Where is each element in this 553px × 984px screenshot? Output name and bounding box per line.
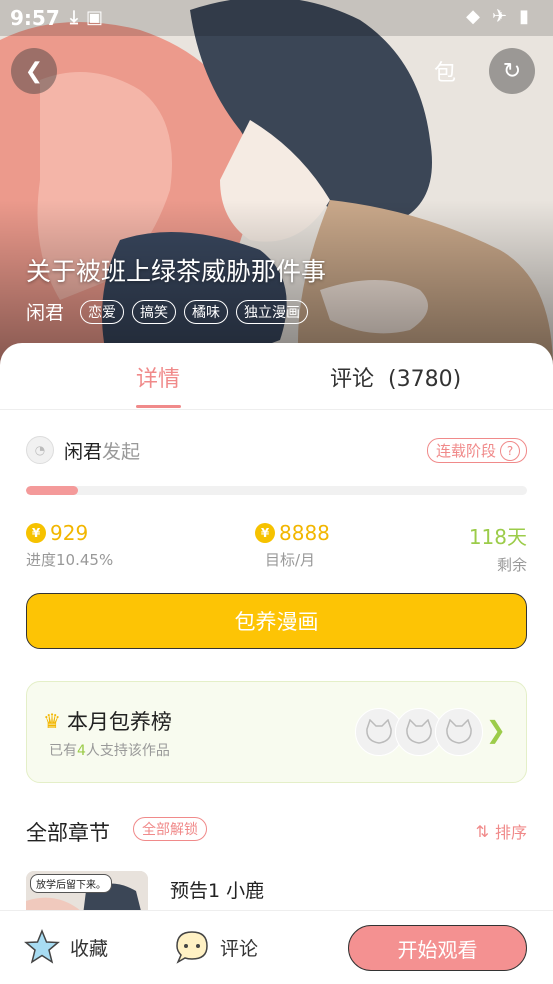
detail-sheet: 详情 评论 (3780) ◔ 闲君 发起 连载阶段 ? ¥929 进度10.45… bbox=[0, 343, 553, 983]
status-bar: 9:57 ⤓▣ ◆✈▮ bbox=[0, 0, 553, 36]
genre-tag[interactable]: 独立漫画 bbox=[236, 299, 309, 324]
initiator-suffix: 发起 bbox=[102, 440, 141, 463]
ranking-subtitle-prefix: 已有 bbox=[49, 743, 77, 759]
raised-label: 进度10.45% bbox=[26, 551, 114, 569]
keyboard-icon: ▣ bbox=[85, 7, 111, 28]
author-name[interactable]: 闲君 bbox=[26, 298, 64, 325]
star-icon bbox=[24, 929, 60, 964]
funding-progress-fill bbox=[26, 486, 79, 495]
cover-image: 9:57 ⤓▣ ◆✈▮ ❮ 包 ↻ 关于被班上绿茶威胁那件事 闲君 恋爱 搞笑 … bbox=[0, 0, 553, 370]
genre-tag[interactable]: 橘味 bbox=[184, 299, 229, 324]
tab-comments[interactable]: 评论 (3780) bbox=[330, 361, 461, 393]
tab-details[interactable]: 详情 bbox=[136, 361, 180, 393]
avatar[interactable]: ◔ bbox=[26, 436, 54, 464]
favorite-button[interactable]: 收藏 bbox=[24, 929, 108, 965]
chapter-title[interactable]: 预告1 小鹿 bbox=[170, 876, 264, 903]
chapter-thumbnail-caption: 放学后留下来。 bbox=[30, 874, 112, 893]
genre-tag[interactable]: 搞笑 bbox=[132, 299, 177, 324]
comment-count: (3780) bbox=[388, 367, 462, 392]
funding-progress-bar bbox=[26, 486, 527, 495]
bottom-action-bar: 收藏 评论 开始观看 bbox=[0, 910, 553, 984]
comment-label: 评论 bbox=[220, 937, 259, 960]
chevron-right-icon: ❯ bbox=[485, 716, 506, 744]
target-amount: 8888 bbox=[279, 521, 330, 545]
favorite-label: 收藏 bbox=[70, 937, 109, 960]
coin-icon: ¥ bbox=[26, 523, 46, 543]
days-left-stat: 118天 剩余 bbox=[469, 521, 527, 575]
stage-badge[interactable]: 连载阶段 ? bbox=[426, 438, 527, 463]
ranking-subtitle-suffix: 人支持该作品 bbox=[85, 743, 170, 759]
tab-indicator bbox=[136, 405, 181, 408]
support-label: 包 bbox=[433, 61, 456, 86]
battery-icon: ▮ bbox=[519, 6, 541, 27]
crown-icon: ♛ bbox=[43, 709, 61, 733]
days-left: 118天 bbox=[468, 525, 527, 549]
notification-icons: ⤓▣ bbox=[70, 7, 111, 28]
raised-amount: 929 bbox=[50, 521, 89, 545]
coin-icon: ¥ bbox=[255, 523, 275, 543]
back-button[interactable]: ❮ bbox=[11, 48, 57, 94]
comic-title: 关于被班上绿茶威胁那件事 bbox=[26, 257, 327, 286]
ranking-subtitle: 已有4人支持该作品 bbox=[49, 740, 170, 760]
tab-bar: 详情 评论 (3780) bbox=[0, 343, 553, 410]
author-tags-row: 闲君 恋爱 搞笑 橘味 独立漫画 bbox=[26, 298, 309, 325]
support-comic-button[interactable]: 包养漫画 bbox=[26, 593, 527, 649]
unlock-all-button[interactable]: 全部解锁 bbox=[133, 817, 207, 841]
ranking-title: 本月包养榜 bbox=[66, 710, 172, 734]
wifi-icon: ◆ bbox=[466, 6, 492, 27]
genre-tag[interactable]: 恋爱 bbox=[80, 299, 125, 324]
sort-label: 排序 bbox=[494, 823, 527, 842]
target-label: 目标/月 bbox=[265, 551, 316, 569]
sort-icon: ⇅ bbox=[475, 821, 489, 841]
supporter-count: 4 bbox=[77, 743, 86, 759]
airplane-icon: ✈ bbox=[492, 6, 520, 27]
stage-label: 连载阶段 bbox=[435, 442, 496, 460]
download-icon: ⤓ bbox=[70, 7, 86, 28]
help-icon: ? bbox=[500, 440, 520, 461]
support-button[interactable]: 包 bbox=[422, 48, 468, 94]
supporter-avatars bbox=[355, 708, 485, 756]
days-left-label: 剩余 bbox=[496, 556, 527, 574]
campaign-initiator: ◔ 闲君 发起 bbox=[26, 436, 140, 464]
share-button[interactable]: ↻ bbox=[489, 48, 535, 94]
start-reading-button[interactable]: 开始观看 bbox=[348, 925, 527, 971]
avatar bbox=[435, 708, 483, 756]
monthly-ranking-card[interactable]: ♛ 本月包养榜 已有4人支持该作品 ❯ bbox=[26, 681, 527, 783]
initiator-name[interactable]: 闲君 bbox=[64, 437, 102, 464]
status-time: 9:57 bbox=[10, 6, 60, 30]
system-icons: ◆✈▮ bbox=[466, 6, 541, 27]
tab-comments-label: 评论 bbox=[330, 367, 375, 392]
target-stat: ¥8888 目标/月 bbox=[255, 521, 330, 570]
chapters-heading: 全部章节 bbox=[26, 821, 110, 845]
comment-bubble-icon bbox=[176, 931, 208, 964]
comment-button[interactable]: 评论 bbox=[174, 929, 258, 965]
share-icon: ↻ bbox=[502, 58, 522, 84]
sort-button[interactable]: ⇅ 排序 bbox=[476, 819, 527, 843]
chevron-left-icon: ❮ bbox=[24, 58, 44, 84]
raised-stat: ¥929 进度10.45% bbox=[26, 521, 113, 570]
